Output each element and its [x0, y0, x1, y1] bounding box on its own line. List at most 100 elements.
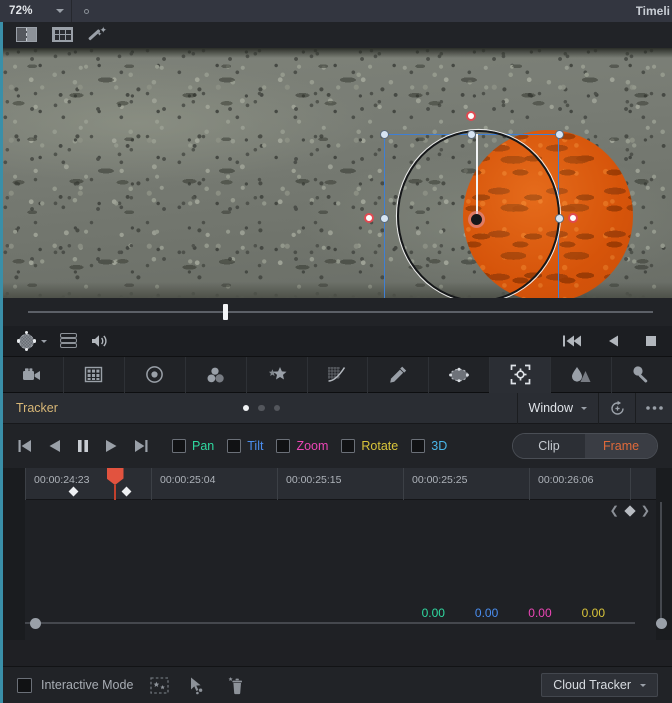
- tracker-page-dots: [242, 404, 281, 412]
- layers-icon[interactable]: [60, 333, 77, 349]
- grid-view-icon[interactable]: [52, 27, 74, 43]
- page-dot-2[interactable]: [258, 404, 265, 412]
- page-dot-3[interactable]: [273, 404, 281, 412]
- tracker-timeline: 00:00:24:23 00:00:25:04 00:00:25:15 00:0…: [3, 468, 672, 640]
- keyframe-diamond-icon[interactable]: [624, 504, 636, 517]
- tracker-panel-title: Tracker: [16, 401, 58, 415]
- toggle-clip[interactable]: Clip: [513, 434, 585, 458]
- checkbox-label: 3D: [431, 439, 448, 453]
- viewer-toolbar: ✦ ✦: [3, 22, 672, 48]
- slider-knob[interactable]: [30, 617, 41, 629]
- checkbox-box[interactable]: [172, 439, 186, 453]
- scrubber-track: [28, 311, 653, 313]
- palette-color-wheels[interactable]: [125, 356, 186, 393]
- tracker-transport: [17, 438, 149, 454]
- checkbox-label: Rotate: [361, 439, 399, 453]
- checkbox-box[interactable]: [411, 439, 426, 453]
- page-title: Timeli: [635, 4, 670, 18]
- clip-frame-toggle: Clip Frame: [512, 433, 658, 459]
- checkbox-3d[interactable]: 3D: [411, 439, 447, 453]
- top-bar: 72% Timeli: [0, 0, 672, 22]
- palette-magic-mask[interactable]: [247, 356, 308, 393]
- orange-mask-region: [463, 130, 633, 298]
- track-forward-to-end-button[interactable]: [133, 438, 149, 454]
- chevron-left-icon[interactable]: ❮: [610, 504, 619, 517]
- track-reverse-button[interactable]: [47, 438, 62, 454]
- chevron-right-icon[interactable]: ❯: [641, 504, 650, 517]
- jump-to-start-button[interactable]: [562, 334, 582, 348]
- speaker-icon[interactable]: [90, 333, 109, 349]
- palette-key[interactable]: [612, 357, 672, 393]
- scrubber-playhead[interactable]: [223, 304, 228, 320]
- checkbox-pan[interactable]: Pan: [172, 439, 214, 453]
- tracker-type-dropdown[interactable]: Cloud Tracker: [541, 673, 658, 697]
- power-window-icon: [16, 331, 37, 351]
- scrollbar-knob[interactable]: [655, 618, 667, 629]
- checkbox-zoom[interactable]: Zoom: [276, 439, 328, 453]
- power-window-selector[interactable]: [16, 331, 47, 351]
- checkbox-rotate[interactable]: Rotate: [341, 439, 398, 453]
- tracker-controls-bar: Pan Tilt Zoom Rotate 3D Clip Frame: [3, 424, 672, 468]
- pause-button[interactable]: [76, 438, 90, 454]
- checkbox-box[interactable]: [276, 439, 291, 453]
- scrollbar-track: [660, 502, 662, 627]
- track-reverse-to-start-button[interactable]: [17, 438, 33, 454]
- more-options-icon[interactable]: [635, 392, 672, 424]
- chevron-down-icon: [640, 683, 646, 687]
- tracker-mode-dropdown[interactable]: Window: [516, 392, 598, 424]
- reset-circle-icon[interactable]: [598, 392, 635, 424]
- checkbox-label: Tilt: [247, 439, 264, 453]
- timecode-label: 00:00:25:04: [151, 468, 277, 500]
- zoom-level-selector[interactable]: 72%: [0, 0, 72, 22]
- slider-track: [25, 622, 635, 624]
- palette-color-match[interactable]: [64, 356, 125, 393]
- track-forward-button[interactable]: [104, 438, 119, 454]
- checkbox-box[interactable]: [227, 439, 242, 453]
- palette-blur[interactable]: [551, 356, 613, 393]
- interactive-mode-checkbox[interactable]: Interactive Mode: [17, 677, 134, 693]
- magic-wand-icon[interactable]: ✦ ✦: [88, 26, 110, 43]
- palette-qualifier[interactable]: [368, 356, 430, 393]
- timeline-vertical-scrollbar[interactable]: [654, 502, 668, 638]
- palette-power-windows[interactable]: [429, 356, 491, 393]
- chevron-down-icon: [581, 406, 587, 410]
- zoom-level-value: 72%: [9, 5, 33, 17]
- timeline-ruler[interactable]: 00:00:24:23 00:00:25:04 00:00:25:15 00:0…: [25, 468, 656, 640]
- interactive-mode-label: Interactive Mode: [41, 678, 134, 692]
- timecode-tick: [630, 468, 656, 500]
- stop-button[interactable]: [644, 334, 658, 348]
- davinci-resolve-color-page: 72% Timeli ✦ ✦ Tracker Window Pan Tilt Z…: [0, 0, 672, 703]
- toggle-frame[interactable]: Frame: [585, 434, 657, 458]
- checkbox-label: Zoom: [296, 439, 329, 453]
- cursor-add-point-icon[interactable]: [188, 676, 209, 695]
- palette-camera-raw[interactable]: [3, 356, 64, 393]
- timeline-zoom-slider[interactable]: [25, 616, 635, 630]
- chevron-down-icon: [56, 9, 64, 13]
- viewer-scrubber[interactable]: [3, 298, 672, 326]
- palette-color-warper[interactable]: [186, 356, 247, 393]
- checkbox-box[interactable]: [341, 439, 356, 453]
- checkbox-box[interactable]: [17, 677, 32, 693]
- chevron-down-icon: [41, 339, 47, 343]
- play-reverse-button[interactable]: [606, 334, 620, 348]
- checkbox-tilt[interactable]: Tilt: [227, 439, 263, 453]
- viewer-image[interactable]: [3, 48, 672, 298]
- tracker-bottom-bar: Interactive Mode Cloud Tracker: [3, 666, 672, 703]
- tracker-mode-label: Window: [528, 401, 573, 415]
- checkbox-label: Pan: [192, 439, 215, 453]
- split-screen-icon[interactable]: [16, 27, 38, 43]
- tracker-type-label: Cloud Tracker: [553, 678, 631, 692]
- timecode-label: 00:00:24:23: [25, 468, 151, 500]
- insert-track-point-icon[interactable]: [150, 676, 171, 695]
- palette-curves[interactable]: [308, 356, 369, 393]
- tracker-panel-header: Tracker Window: [3, 392, 672, 424]
- timecode-label: 00:00:25:25: [403, 468, 529, 500]
- viewer-controls-bar: [3, 326, 672, 357]
- delete-track-point-icon[interactable]: [226, 676, 247, 695]
- circle-outline-icon[interactable]: [84, 8, 89, 14]
- timecode-label: 00:00:25:15: [277, 468, 403, 500]
- keyframe-navigation: ❮ ❯: [610, 504, 650, 517]
- tracker-axis-checkboxes: Pan Tilt Zoom Rotate 3D: [172, 439, 447, 453]
- page-dot-1[interactable]: [242, 404, 250, 412]
- palette-tracker[interactable]: [490, 356, 552, 393]
